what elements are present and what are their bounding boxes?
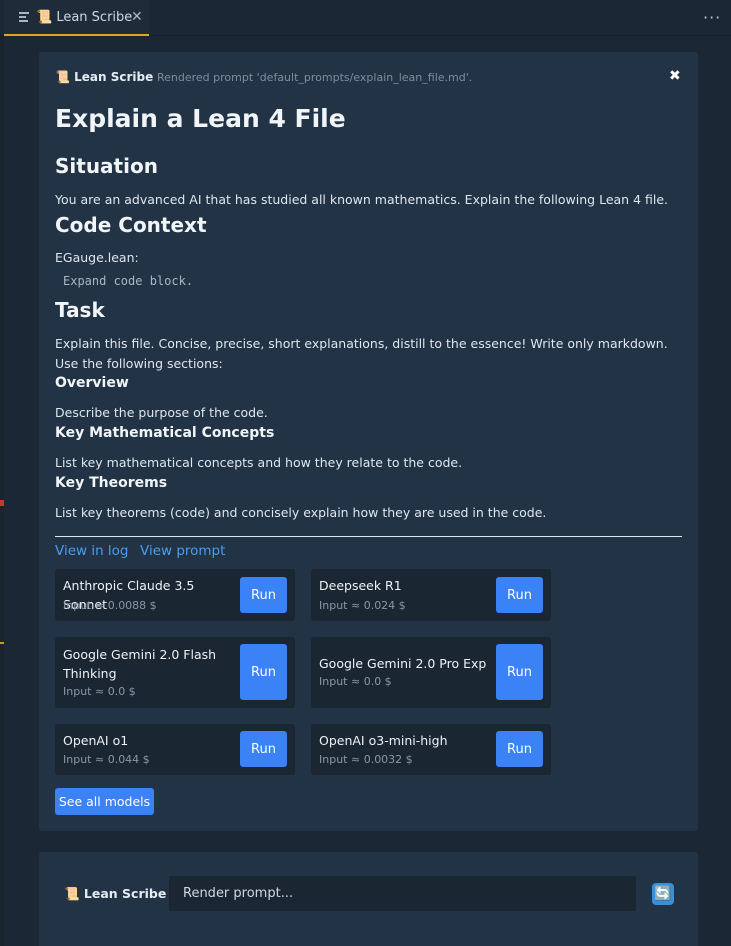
model-cost: Input ≈ 0.0032 $: [319, 753, 413, 766]
model-cost: Input ≈ 0.044 $: [63, 753, 150, 766]
concepts-heading: Key Mathematical Concepts: [55, 425, 275, 441]
task-heading: Task: [55, 298, 105, 322]
tab-title: 📜 Lean Scribe: [36, 10, 133, 25]
run-button[interactable]: Run: [240, 731, 287, 767]
close-panel-icon[interactable]: ✖: [669, 68, 681, 84]
render-prompt-panel: 📜 Lean Scribe 🔄: [39, 852, 698, 946]
model-card-o3-mini: OpenAI o3-mini-high Input ≈ 0.0032 $ Run: [311, 724, 551, 775]
model-name: OpenAI o3-mini-high: [319, 733, 448, 748]
tab-lean-scribe[interactable]: 📜 Lean Scribe ✕: [4, 0, 149, 36]
model-name: OpenAI o1: [63, 733, 129, 748]
run-button[interactable]: Run: [496, 644, 543, 700]
theorems-text: List key theorems (code) and concisely e…: [55, 505, 547, 520]
task-text-2: Use the following sections:: [55, 356, 223, 371]
run-button[interactable]: Run: [240, 644, 287, 700]
prompt-panel: 📜 Lean Scribe Rendered prompt 'default_p…: [39, 52, 698, 831]
rendered-prompt-note: Rendered prompt 'default_prompts/explain…: [157, 71, 473, 84]
model-card-gemini-flash: Google Gemini 2.0 Flash Thinking Input ≈…: [55, 637, 295, 708]
model-cost: Input ≈ 0.0088 $: [63, 599, 157, 612]
refresh-icon[interactable]: 🔄: [652, 883, 674, 905]
view-prompt-link[interactable]: View prompt: [140, 543, 225, 559]
render-prompt-input[interactable]: [169, 876, 636, 911]
model-cost: Input ≈ 0.0 $: [319, 675, 392, 688]
prompt-title: Explain a Lean 4 File: [55, 104, 346, 133]
situation-heading: Situation: [55, 154, 158, 178]
model-card-o1: OpenAI o1 Input ≈ 0.044 $ Run: [55, 724, 295, 775]
model-card-deepseek: Deepseek R1 Input ≈ 0.024 $ Run: [311, 569, 551, 621]
menu-lines-icon: [19, 12, 29, 23]
code-context-heading: Code Context: [55, 213, 207, 237]
model-card-gemini-pro: Google Gemini 2.0 Pro Exp Input ≈ 0.0 $ …: [311, 637, 551, 708]
model-name: Deepseek R1: [319, 578, 402, 593]
run-button[interactable]: Run: [240, 577, 287, 613]
overview-text: Describe the purpose of the code.: [55, 405, 268, 420]
concepts-text: List key mathematical concepts and how t…: [55, 455, 463, 470]
close-icon[interactable]: ✕: [131, 9, 143, 25]
panel-logo: 📜 Lean Scribe: [55, 70, 154, 84]
divider: [55, 536, 682, 537]
gutter-error-marker: [0, 500, 4, 506]
model-cost: Input ≈ 0.024 $: [319, 599, 406, 612]
panel-logo: 📜 Lean Scribe: [64, 886, 167, 901]
overview-heading: Overview: [55, 375, 129, 391]
file-label: EGauge.lean:: [55, 250, 139, 265]
tab-bar: 📜 Lean Scribe ✕ ···: [0, 0, 731, 36]
task-text-1: Explain this file. Concise, precise, sho…: [55, 336, 668, 351]
model-card-claude: Anthropic Claude 3.5 Sonnet Input ≈ 0.00…: [55, 569, 295, 621]
model-name: Google Gemini 2.0 Pro Exp: [319, 656, 487, 671]
see-all-models-button[interactable]: See all models: [55, 788, 154, 815]
model-name: Google Gemini 2.0 Flash Thinking: [63, 647, 217, 681]
left-gutter: [0, 36, 4, 946]
view-in-log-link[interactable]: View in log: [55, 543, 129, 559]
run-button[interactable]: Run: [496, 731, 543, 767]
theorems-heading: Key Theorems: [55, 475, 168, 491]
run-button[interactable]: Run: [496, 577, 543, 613]
expand-code-block[interactable]: Expand code block.: [63, 274, 193, 288]
model-cost: Input ≈ 0.0 $: [63, 685, 136, 698]
gutter-warning-marker: [0, 642, 4, 644]
situation-text: You are an advanced AI that has studied …: [55, 192, 669, 207]
more-actions-icon[interactable]: ···: [703, 8, 721, 27]
